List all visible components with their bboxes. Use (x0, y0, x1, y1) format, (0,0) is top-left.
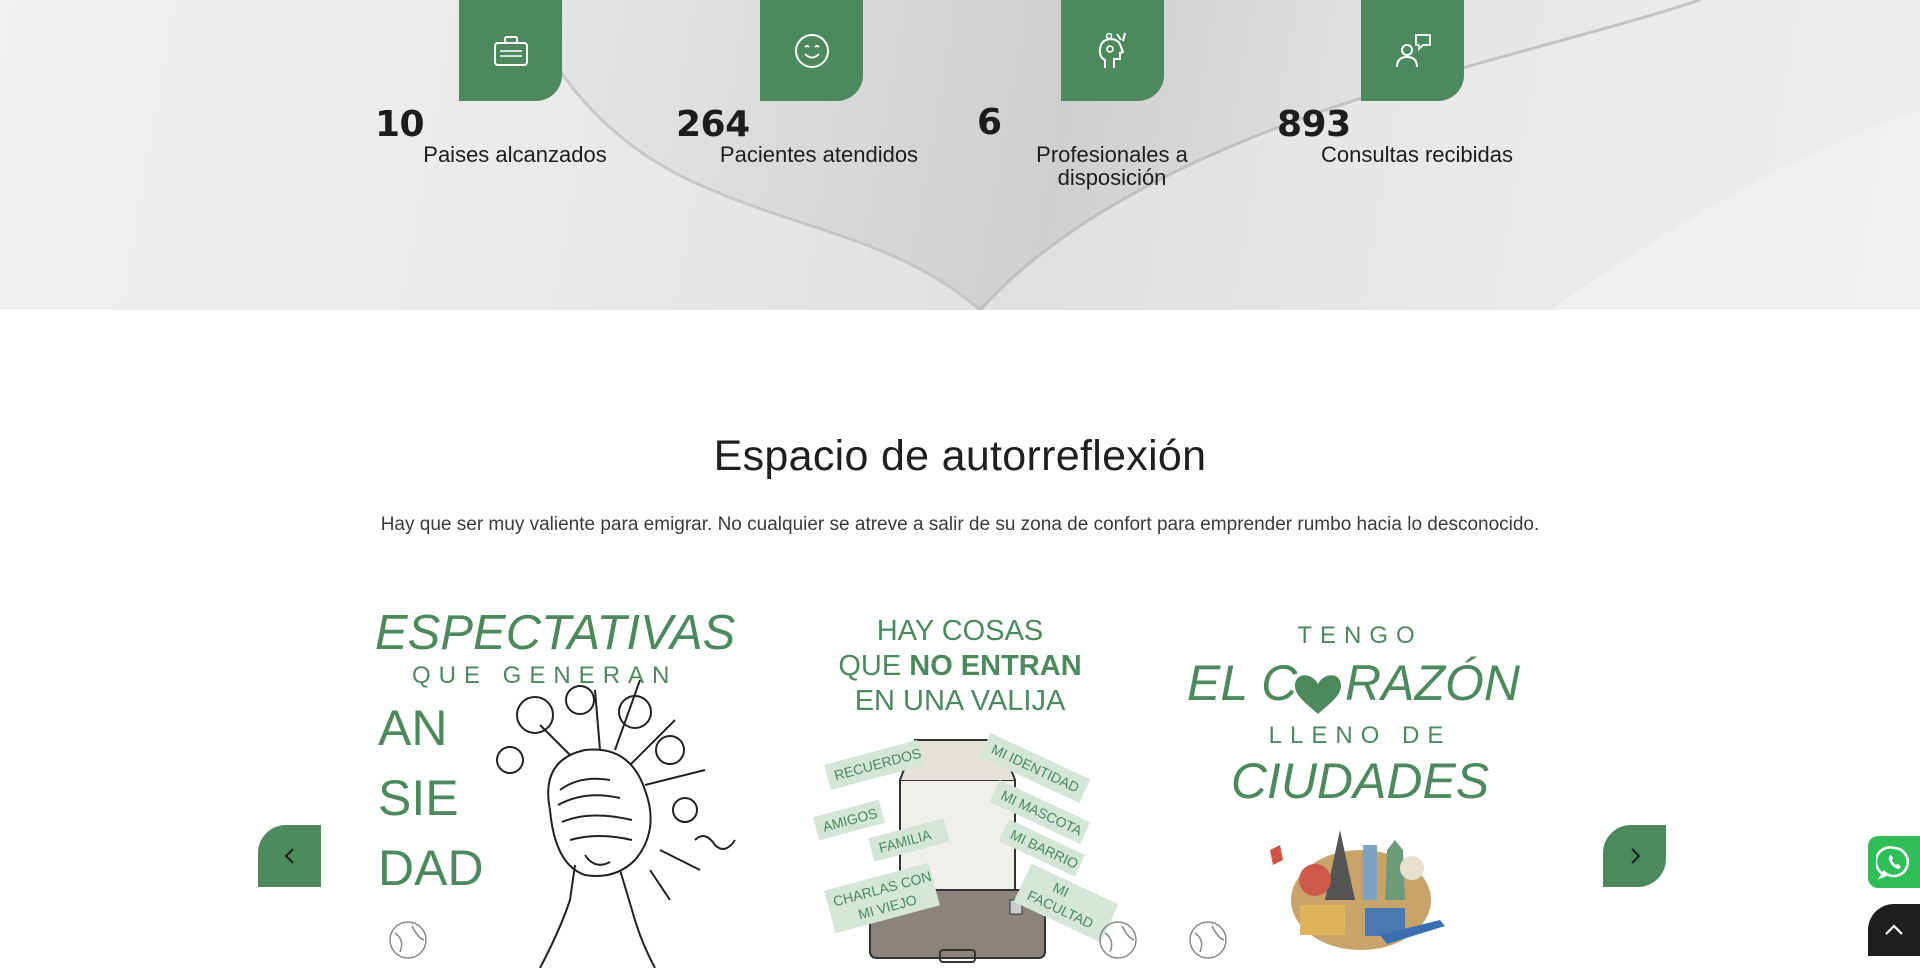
stat-number: 893 (1277, 104, 1351, 145)
globe-icon (389, 921, 427, 959)
stat-label: Profesionales a disposición (1036, 142, 1188, 190)
card-title: EN UNA VALIJA (855, 685, 1066, 717)
stats-band: 10 Paises alcanzados 264 Pacientes atend… (0, 0, 1920, 310)
stat-label: Consultas recibidas (1321, 142, 1513, 167)
section-title: Espacio de autorreflexión (713, 432, 1207, 480)
stat-number: 10 (375, 104, 425, 145)
globe-icon (1099, 921, 1137, 959)
card-title: QUE NO ENTRAN (838, 650, 1081, 682)
stat-icon-tile (1361, 0, 1464, 101)
stat-label: Pacientes atendidos (719, 142, 919, 167)
card-title-part: QUE (838, 650, 909, 682)
stat-countries: 10 Paises alcanzados (360, 0, 660, 200)
card-word: SIE (378, 770, 459, 826)
card-title-start: EL C (1187, 655, 1298, 711)
section-intro: Hay que ser muy valiente para emigrar. N… (380, 514, 1540, 535)
back-to-top-button[interactable] (1868, 904, 1920, 956)
chevron-up-icon (1885, 924, 1903, 935)
smiley-icon (794, 33, 829, 68)
carousel-prev-button[interactable] (258, 825, 321, 887)
chevron-left-icon (284, 848, 294, 864)
carousel-card-suitcase[interactable]: HAY COSAS QUE NO ENTRAN EN UNA VALIJA RE… (800, 600, 1190, 968)
briefcase-icon (493, 35, 528, 66)
card-title: HAY COSAS (877, 615, 1044, 647)
card-word: AN (378, 700, 447, 756)
carousel-card-cities[interactable]: TENGO EL C RAZÓN LLENO DE CIUDADES (1165, 600, 1555, 968)
whatsapp-icon (1876, 846, 1910, 880)
stat-icon-tile (1061, 0, 1164, 101)
stat-professionals: 6 Profesionales a disposición (962, 0, 1262, 200)
stat-number: 6 (977, 102, 1002, 143)
card-title-emphasis: NO ENTRAN (909, 650, 1081, 682)
person-chat-icon (1395, 33, 1431, 67)
globe-icon (1189, 921, 1227, 959)
card-subtitle: TENGO (1297, 622, 1422, 649)
stat-patients: 264 Pacientes atendidos (661, 0, 961, 200)
card-title: ESPECTATIVAS (375, 606, 736, 660)
stat-consultations: 893 Consultas recibidas (1262, 0, 1562, 200)
stat-label: Paises alcanzados (423, 142, 607, 167)
carousel-card-anxiety[interactable]: ESPECTATIVAS QUE GENERAN AN SIE DAD (370, 600, 760, 968)
heart-icon (1295, 675, 1341, 714)
stat-number: 264 (676, 104, 750, 145)
stat-icon-tile (760, 0, 863, 101)
chevron-right-icon (1630, 848, 1640, 864)
card-title-end: RAZÓN (1345, 655, 1521, 711)
card-subtitle: LLENO DE (1269, 722, 1452, 749)
card-word: DAD (378, 840, 484, 896)
carousel-next-button[interactable] (1603, 825, 1666, 887)
whatsapp-button[interactable] (1868, 836, 1920, 888)
stat-icon-tile (459, 0, 562, 101)
anxious-woman-illustration (496, 679, 736, 968)
head-tools-icon (1098, 32, 1126, 68)
card-title: CIUDADES (1231, 753, 1489, 809)
landmarks-illustration (1270, 830, 1445, 950)
